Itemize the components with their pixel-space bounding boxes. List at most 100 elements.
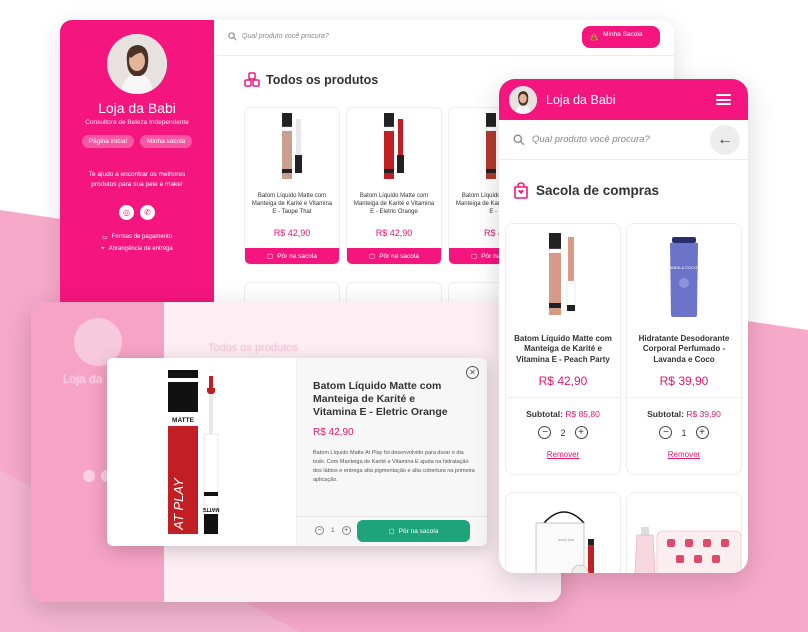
quantity-value: 2 xyxy=(560,427,566,438)
product-name: Batom Líquido Matte com Manteiga de Kari… xyxy=(353,193,435,216)
product-image xyxy=(347,108,441,188)
product-image xyxy=(506,224,620,330)
product-description: Batom Líquido Matte At Play foi desenvol… xyxy=(313,450,475,484)
section-title-label: Todos os produtos xyxy=(266,73,379,87)
quantity-value: 1 xyxy=(331,527,335,534)
mobile-search-input[interactable]: Qual produto você procura? ← xyxy=(499,120,748,160)
product-modal-window: Loja da Todos os produtos MATTE AT PLAY … xyxy=(31,302,561,602)
instagram-icon[interactable]: ◎ xyxy=(119,204,134,220)
search-placeholder: Qual produto você procura? xyxy=(242,33,329,40)
subtotal-value: R$ 85,80 xyxy=(565,409,600,419)
product-card[interactable]: Batom Líquido Matte com Manteiga de Kari… xyxy=(346,107,442,265)
avatar xyxy=(107,34,167,94)
shopping-bag-icon xyxy=(514,182,528,199)
search-input[interactable]: Qual produto você procura? xyxy=(228,32,329,41)
bag-icon: ▢ xyxy=(369,253,376,260)
cart-item-partial: mary kay xyxy=(505,492,621,573)
product-price: R$ 42,90 xyxy=(273,228,311,238)
add-to-bag-label: Pôr na sacola xyxy=(398,527,439,535)
modal-footer: − 1 + ▢ Pôr na sacola xyxy=(297,516,487,546)
add-to-bag-button[interactable]: ▢Pôr na sacola xyxy=(347,248,441,264)
cart-item-partial xyxy=(626,492,742,573)
minus-icon[interactable]: − xyxy=(315,526,324,535)
nav-home[interactable]: Página inicial xyxy=(81,135,134,148)
svg-text:MATTE: MATTE xyxy=(172,417,195,424)
bag-icon: ▢ xyxy=(388,528,395,535)
card-icon: ▭ xyxy=(101,234,108,241)
plus-icon[interactable]: + xyxy=(341,526,351,535)
lipstick-image: MATTE AT PLAY MATTE xyxy=(167,370,219,535)
cart-item: LAVANDA & COCONUT Hidratante Desodorante… xyxy=(626,223,742,475)
dimmed-store-name: Loja da xyxy=(63,372,103,386)
cart-item-price: R$ 39,90 xyxy=(659,374,709,388)
profile-photo xyxy=(509,85,537,114)
cosmetic-pouch-image xyxy=(634,527,741,573)
instagram-icon xyxy=(83,470,95,482)
gift-bag-image: mary kay xyxy=(535,511,594,573)
add-to-bag-button[interactable]: ▢Pôr na sacola xyxy=(245,248,339,264)
cart-item: Batom Líquido Matte com Manteiga de Kari… xyxy=(505,223,621,475)
product-card[interactable]: Batom Líquido Matte com Manteiga de Kari… xyxy=(244,107,340,265)
quantity-value: 1 xyxy=(681,427,687,438)
quantity-stepper: − 1 + xyxy=(627,426,741,439)
product-image: MATTE AT PLAY MATTE xyxy=(107,358,296,546)
payment-link-label: Formas de pagamento xyxy=(111,234,173,241)
add-to-bag-label: Pôr na sacola xyxy=(277,252,317,260)
bag-icon: ▢ xyxy=(471,253,478,260)
product-name: Batom Líquido Matte com Manteiga de Kari… xyxy=(251,193,333,216)
product-title: Batom Líquido Matte com Manteiga de Kari… xyxy=(313,380,448,419)
quantity-stepper: − 2 + xyxy=(506,426,620,439)
subtotal-value: R$ 39,90 xyxy=(686,409,721,419)
mobile-header: Loja da Babi xyxy=(499,79,748,120)
svg-text:AT PLAY: AT PLAY xyxy=(171,477,186,531)
product-price: R$ 42,90 xyxy=(313,427,354,438)
cart-item-subtotal: Subtotal: R$ 85,80 xyxy=(506,397,620,419)
plus-icon[interactable]: + xyxy=(574,426,588,439)
close-icon[interactable]: ✕ xyxy=(466,366,479,379)
menu-icon[interactable] xyxy=(716,94,731,105)
cart-item-subtotal: Subtotal: R$ 39,90 xyxy=(627,397,741,419)
plus-icon[interactable]: + xyxy=(695,426,709,439)
remove-link[interactable]: Remover xyxy=(627,450,741,459)
delivery-link[interactable]: ⌖ Abrangência de entrega xyxy=(101,246,172,253)
cart-item-price: R$ 42,90 xyxy=(538,374,588,388)
minus-icon[interactable]: − xyxy=(538,426,552,439)
delivery-link-label: Abrangência de entrega xyxy=(108,246,173,253)
store-sidebar: Loja da Babi Consultora de Beleza Indepe… xyxy=(60,20,214,320)
profile-photo xyxy=(107,34,167,94)
whatsapp-icon[interactable]: ✆ xyxy=(140,204,155,220)
remove-link[interactable]: Remover xyxy=(506,450,620,459)
add-to-bag-button[interactable]: ▢ Pôr na sacola xyxy=(357,520,470,542)
quantity-stepper: − 1 + xyxy=(315,526,351,535)
dimmed-section-title: Todos os produtos xyxy=(208,342,298,354)
avatar xyxy=(509,85,537,114)
payment-link[interactable]: ▭ Formas de pagamento xyxy=(102,234,172,241)
my-bag-label: Minha Sacola xyxy=(603,31,643,38)
product-image: LAVANDA & COCONUT xyxy=(627,224,741,330)
desktop-topbar: Qual produto você procura? 👜 Minha Sacol… xyxy=(214,20,674,56)
search-placeholder: Qual produto você procura? xyxy=(532,134,650,145)
nav-my-bag[interactable]: Minha sacola xyxy=(140,135,193,148)
search-icon xyxy=(513,134,525,145)
store-subtitle: Consultora de Beleza Independente xyxy=(85,119,189,126)
bag-icon: 👜 xyxy=(590,34,599,41)
my-bag-sub xyxy=(603,38,642,43)
products-icon xyxy=(244,72,260,87)
product-info-panel: Batom Líquido Matte com Manteiga de Kari… xyxy=(296,358,487,546)
location-icon: ⌖ xyxy=(101,245,105,252)
my-bag-button[interactable]: 👜 Minha Sacola xyxy=(582,26,660,48)
store-name: Loja da Babi xyxy=(98,100,176,116)
svg-text:mary kay: mary kay xyxy=(558,537,574,542)
cart-item-name: Hidratante Desodorante Corporal Perfumad… xyxy=(638,334,730,364)
mobile-store-name: Loja da Babi xyxy=(546,92,616,107)
search-icon xyxy=(228,32,237,41)
cart-item-name: Batom Líquido Matte com Manteiga de Kari… xyxy=(514,334,612,364)
back-arrow-icon[interactable]: ← xyxy=(710,125,740,155)
product-price: R$ 42,90 xyxy=(375,228,413,238)
svg-text:LAVANDA & COCONUT: LAVANDA & COCONUT xyxy=(663,265,707,270)
minus-icon[interactable]: − xyxy=(659,426,673,439)
cart-title-label: Sacola de compras xyxy=(536,183,660,198)
add-to-bag-label: Pôr na sacola xyxy=(379,252,419,260)
bag-icon: ▢ xyxy=(267,253,274,260)
svg-text:MATTE: MATTE xyxy=(201,506,219,512)
